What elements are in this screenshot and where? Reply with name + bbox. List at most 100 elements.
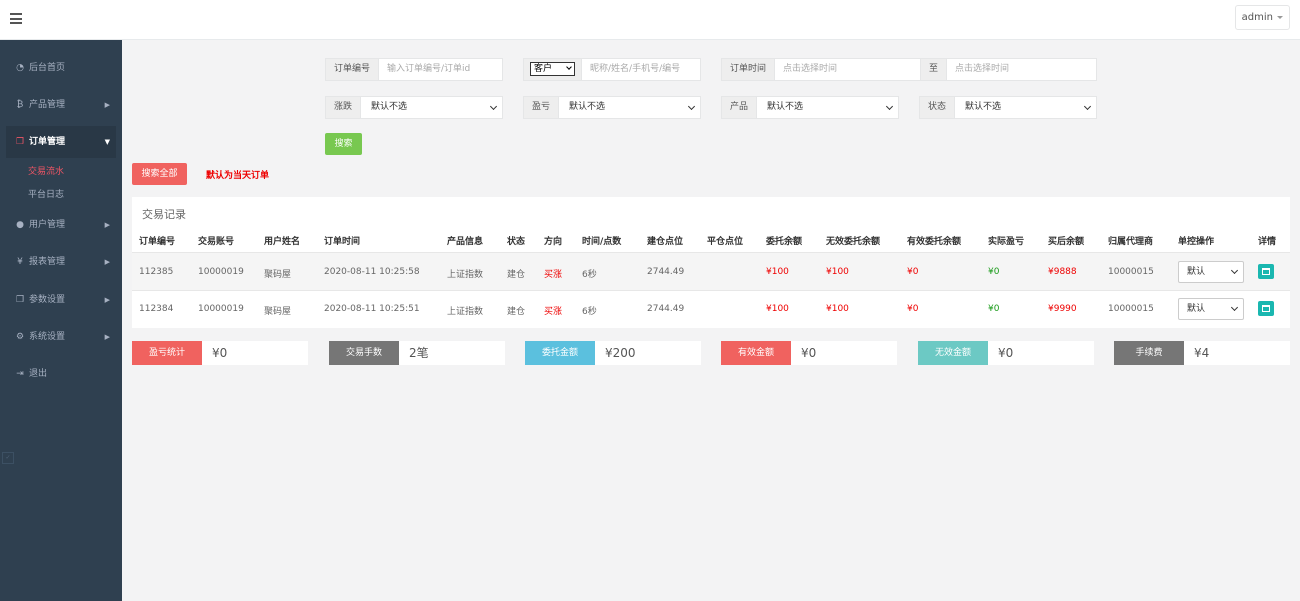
profit-label: 盈亏 (524, 97, 560, 118)
time-end-input[interactable]: 点击选择时间 (947, 59, 1096, 80)
sidebar-item-orders[interactable]: ❐ 订单管理 ▼ (6, 126, 116, 158)
stat-profit: 盈亏统计 ¥0 (132, 341, 308, 365)
order-no-label: 订单编号 (326, 59, 380, 80)
order-time-filter: 订单时间 点击选择时间 至 点击选择时间 (721, 58, 1097, 81)
control-select[interactable]: 默认 (1178, 298, 1244, 320)
status-label: 状态 (920, 97, 956, 118)
default-today-note: 默认为当天订单 (206, 171, 270, 181)
profit-select[interactable]: 默认不选 (559, 97, 700, 118)
sidebar-subitem-logs[interactable]: 平台日志 (28, 187, 64, 200)
menu-toggle-icon[interactable] (10, 13, 22, 24)
cell-invalid-entrust: ¥100 (826, 267, 849, 277)
cell-status: 建仓 (507, 270, 526, 280)
stat-label: 委托金额 (525, 341, 595, 365)
chevron-down-icon (1230, 303, 1239, 312)
cell-invalid-entrust: ¥100 (826, 304, 849, 314)
search-all-button[interactable]: 搜索全部 (132, 163, 187, 185)
product-select[interactable]: 默认不选 (757, 97, 898, 118)
cell-account: 10000019 (198, 267, 244, 277)
control-select[interactable]: 默认 (1178, 261, 1244, 283)
time-start-input[interactable]: 点击选择时间 (775, 59, 920, 80)
col-close-price: 平仓点位 (707, 237, 744, 247)
chevron-down-icon (885, 102, 894, 111)
stat-invalid-amount: 无效金额 ¥0 (918, 341, 1094, 365)
cell-product: 上证指数 (447, 270, 484, 280)
col-product: 产品信息 (447, 237, 484, 247)
sidebar-item-label: 退出 (29, 369, 48, 379)
caret-down-icon (1277, 15, 1283, 19)
cell-valid-entrust: ¥0 (907, 267, 919, 277)
sign-out-icon: ⇥ (16, 369, 24, 379)
select-value: 默认 (1187, 304, 1206, 314)
cell-order-time: 2020-08-11 10:25:58 (324, 267, 420, 277)
sidebar-item-system[interactable]: ⚙ 系统设置 ▶ (6, 322, 116, 352)
sidebar: ◔ 后台首页 ₿ 产品管理 ▶ ❐ 订单管理 ▼ 交易流水 平台日志 ● 用户管理 ▶ ¥ 报表… (0, 40, 122, 601)
customer-search-input[interactable]: 昵称/姓名/手机号/编号 (582, 59, 700, 80)
col-invalid-entrust: 无效委托余额 (826, 237, 881, 247)
chevron-right-icon: ▶ (104, 333, 110, 341)
admin-dropdown[interactable]: admin (1234, 5, 1290, 30)
cell-open-price: 2744.49 (647, 304, 685, 314)
stat-value: ¥0 (212, 346, 228, 360)
order-no-input[interactable]: 输入订单编号/订单id (379, 59, 502, 80)
chevron-right-icon: ▶ (104, 258, 110, 266)
sidebar-item-users[interactable]: ● 用户管理 ▶ (6, 210, 116, 240)
files-icon: ❒ (15, 295, 25, 305)
rise-fall-select[interactable]: 默认不选 (361, 97, 502, 118)
sidebar-item-label: 后台首页 (29, 63, 66, 73)
row-divider (132, 290, 1290, 291)
select-value: 默认不选 (767, 102, 804, 112)
select-value: 默认不选 (569, 102, 606, 112)
col-balance-after: 买后余额 (1048, 237, 1085, 247)
copy-icon: ❐ (15, 137, 25, 147)
col-user-name: 用户姓名 (264, 237, 301, 247)
cell-time-points: 6秒 (582, 307, 597, 317)
cell-user-name: 聚码屋 (264, 307, 292, 317)
sidebar-item-home[interactable]: ◔ 后台首页 (6, 53, 116, 83)
chevron-down-icon (1230, 266, 1239, 275)
stat-value: ¥0 (801, 346, 817, 360)
cell-account: 10000019 (198, 304, 244, 314)
sidebar-item-label: 参数设置 (29, 295, 66, 305)
stat-value: ¥4 (1194, 346, 1210, 360)
detail-icon[interactable] (1258, 301, 1274, 316)
col-control: 单控操作 (1178, 237, 1215, 247)
col-valid-entrust: 有效委托余额 (907, 237, 962, 247)
yen-icon: ¥ (17, 257, 23, 267)
col-agent: 归属代理商 (1108, 237, 1154, 247)
customer-filter: 客户 昵称/姓名/手机号/编号 (523, 58, 701, 81)
sidebar-item-logout[interactable]: ⇥ 退出 (6, 359, 116, 389)
cell-order-no: 112384 (139, 304, 174, 314)
bitcoin-icon: ₿ (16, 100, 24, 110)
panel-title: 交易记录 (142, 208, 186, 221)
rise-fall-filter: 涨跌 默认不选 (325, 96, 503, 119)
chevron-down-icon (687, 102, 696, 111)
sidebar-item-label: 系统设置 (29, 332, 66, 342)
col-actual-profit: 实际盈亏 (988, 237, 1025, 247)
search-button[interactable]: 搜索 (325, 133, 362, 155)
transactions-panel: 交易记录 订单编号 交易账号 用户姓名 订单时间 产品信息 状态 方向 时间/点… (132, 197, 1290, 328)
collapse-sidebar-icon[interactable]: ✓ (2, 452, 14, 464)
status-select[interactable]: 默认不选 (955, 97, 1096, 118)
stat-label: 交易手数 (329, 341, 399, 365)
stat-entrust-amount: 委托金额 ¥200 (525, 341, 701, 365)
profit-filter: 盈亏 默认不选 (523, 96, 701, 119)
customer-type-select[interactable]: 客户 (530, 62, 575, 76)
chevron-right-icon: ▶ (104, 221, 110, 229)
sidebar-item-label: 订单管理 (29, 137, 66, 147)
cell-entrust-balance: ¥100 (766, 304, 789, 314)
customer-type-value: 客户 (534, 64, 553, 74)
col-time-points: 时间/点数 (582, 237, 622, 247)
sidebar-item-params[interactable]: ❒ 参数设置 ▶ (6, 285, 116, 315)
sidebar-item-reports[interactable]: ¥ 报表管理 ▶ (6, 247, 116, 277)
cell-time-points: 6秒 (582, 270, 597, 280)
stat-label: 有效金额 (721, 341, 791, 365)
detail-icon[interactable] (1258, 264, 1274, 279)
select-value: 默认 (1187, 267, 1206, 277)
sidebar-item-products[interactable]: ₿ 产品管理 ▶ (6, 90, 116, 120)
col-direction: 方向 (544, 237, 563, 247)
cell-user-name: 聚码屋 (264, 270, 292, 280)
sidebar-item-label: 产品管理 (29, 100, 66, 110)
stat-valid-amount: 有效金额 ¥0 (721, 341, 897, 365)
sidebar-subitem-transactions[interactable]: 交易流水 (28, 164, 64, 177)
